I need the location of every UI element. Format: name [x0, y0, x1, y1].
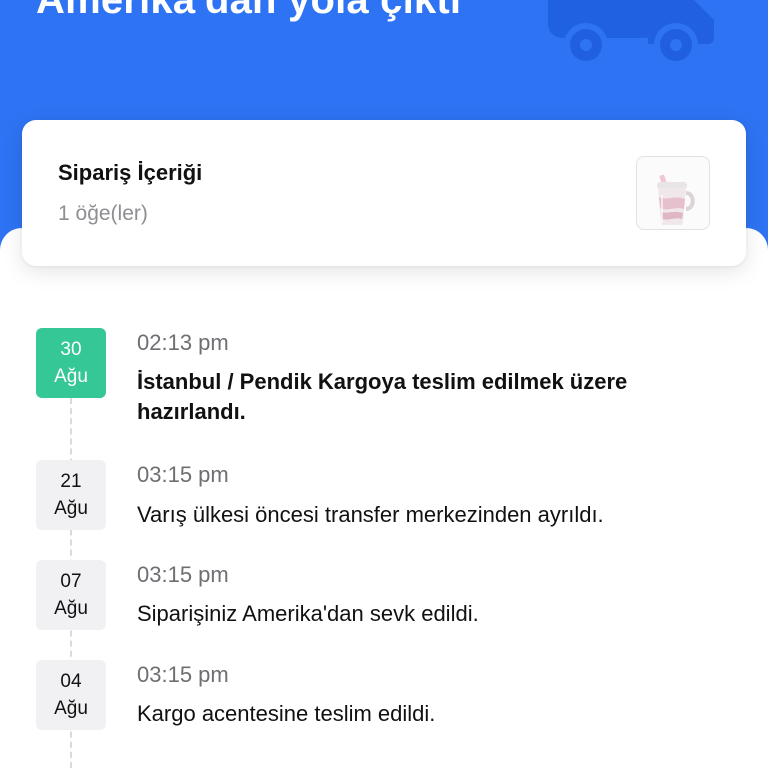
date-day: 21 [60, 471, 82, 492]
date-badge: 04 Ağu [36, 660, 106, 730]
date-day: 04 [60, 671, 82, 692]
event-description: Siparişiniz Amerika'dan sevk edildi. [137, 601, 479, 626]
event-description: Kargo acentesine teslim edildi. [137, 701, 436, 726]
order-content-card[interactable]: Sipariş İçeriği 1 öğe(ler) [22, 120, 746, 266]
date-badge: 30 Ağu [36, 328, 106, 398]
date-badge: 07 Ağu [36, 560, 106, 630]
event-description: Varış ülkesi öncesi transfer merkezinden… [137, 502, 604, 527]
date-badge: 21 Ağu [36, 460, 106, 530]
tumbler-product-icon[interactable] [636, 156, 710, 230]
event-time: 03:15 pm [137, 562, 229, 587]
order-item-count: 1 öğe(ler) [58, 202, 148, 225]
truck-icon [548, 0, 714, 67]
date-month: Ağu [54, 498, 88, 519]
date-month: Ağu [54, 598, 88, 619]
page-title: Amerika'dan yola çıktı [36, 0, 462, 22]
event-time: 03:15 pm [137, 662, 229, 687]
event-description: İstanbul / Pendik Kargoya teslim edilmek… [137, 369, 628, 424]
event-time: 03:15 pm [137, 462, 229, 487]
date-month: Ağu [54, 698, 88, 719]
event-time: 02:13 pm [137, 330, 229, 355]
order-content-title: Sipariş İçeriği [58, 160, 203, 185]
date-day: 07 [60, 571, 82, 592]
date-day: 30 [60, 339, 82, 360]
date-month: Ağu [54, 366, 88, 387]
content-sheet [0, 228, 768, 768]
